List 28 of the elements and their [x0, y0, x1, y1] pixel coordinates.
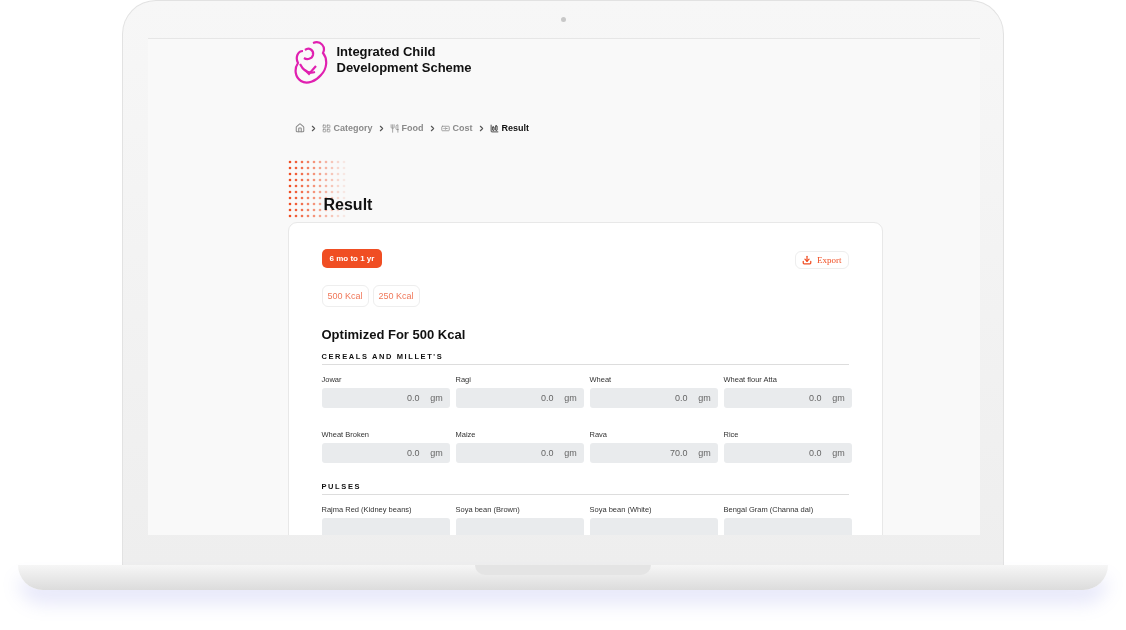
banknote-icon: [440, 123, 450, 133]
home-icon: [294, 123, 305, 133]
breadcrumb-link[interactable]: Category: [321, 123, 373, 133]
breadcrumb-link[interactable]: Cost: [440, 123, 473, 133]
quantity-field[interactable]: 0.0 gm: [589, 388, 718, 408]
quantity-field[interactable]: 0.0 gm: [723, 443, 852, 463]
download-icon: [802, 255, 812, 265]
bar-chart-icon: [489, 123, 499, 133]
utensils-icon: [389, 123, 399, 133]
quantity-field[interactable]: 0.0 gm: [321, 443, 450, 463]
mother-child-logo: [292, 40, 329, 86]
quantity-field[interactable]: 0.0 gm: [321, 388, 450, 408]
camera-dot: [561, 17, 566, 22]
quantity-field[interactable]: 0.0 gm: [455, 388, 584, 408]
age-group-tag: 6 mo to 1 yr: [321, 249, 383, 268]
page-title: Result: [323, 196, 373, 215]
kcal-chip[interactable]: 500 Kcal: [321, 285, 369, 307]
export-button[interactable]: Export: [795, 251, 849, 269]
quantity-field[interactable]: 0.0 gm: [455, 443, 584, 463]
kcal-chip[interactable]: 250 Kcal: [372, 285, 420, 307]
grid-icon: [321, 123, 331, 133]
quantity-field[interactable]: 0.0 gm: [723, 388, 852, 408]
breadcrumb-link[interactable]: Result: [489, 123, 530, 133]
brand-title: Integrated Child Development Scheme: [336, 44, 472, 76]
breadcrumb-link[interactable]: Food: [389, 123, 424, 133]
breadcrumb-link[interactable]: [294, 123, 305, 133]
section-heading: Optimized For 500 Kcal: [321, 327, 467, 342]
quantity-field[interactable]: 70.0 gm: [589, 443, 718, 463]
